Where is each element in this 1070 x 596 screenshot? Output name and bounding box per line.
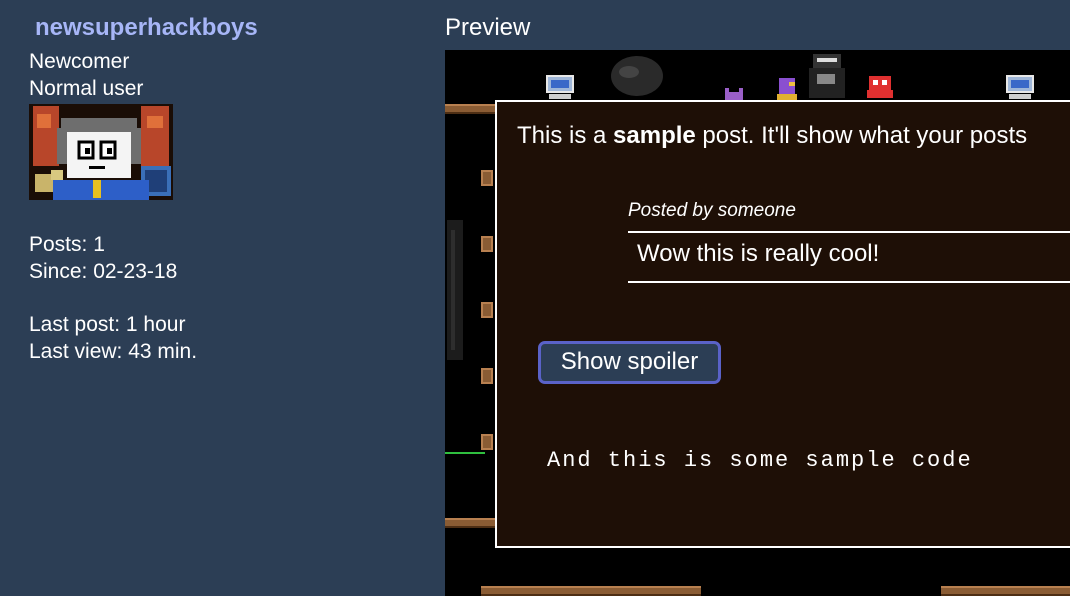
user-group: Normal user [29,77,144,100]
platform [941,586,1070,596]
dark-creature-sprite [607,52,669,105]
robot-sprite [805,52,849,105]
post-body: This is a sample post. It'll show what y… [517,122,1027,150]
quote-author: Posted by someone [628,200,796,221]
post-preview: This is a sample post. It'll show what y… [495,100,1070,548]
avatar [29,104,173,200]
user-since: Since: 02-23-18 [29,260,178,283]
dark-pillar [445,220,465,365]
user-last-view: Last view: 43 min. [29,340,198,363]
post-text-suffix: post. It'll show what your posts [695,122,1028,149]
platform [481,586,701,596]
preview-area: This is a sample post. It'll show what y… [445,50,1070,596]
peg [481,236,493,252]
quote-block: Wow this is really cool! [628,231,1070,283]
green-wire [445,442,485,460]
user-panel: newsuperhackboys Newcomer Normal user Po… [0,0,445,596]
user-rank: Newcomer [29,50,130,73]
peg [481,368,493,384]
post-text-prefix: This is a [517,122,614,149]
post-text-bold: sample [613,122,696,149]
username-link[interactable]: newsuperhackboys [35,14,258,42]
user-posts: Posts: 1 [29,233,105,256]
code-block: And this is some sample code [547,448,973,473]
show-spoiler-button[interactable]: Show spoiler [538,341,721,384]
peg [481,302,493,318]
user-last-post: Last post: 1 hour [29,313,186,336]
peg [481,170,493,186]
preview-heading: Preview [445,14,531,41]
